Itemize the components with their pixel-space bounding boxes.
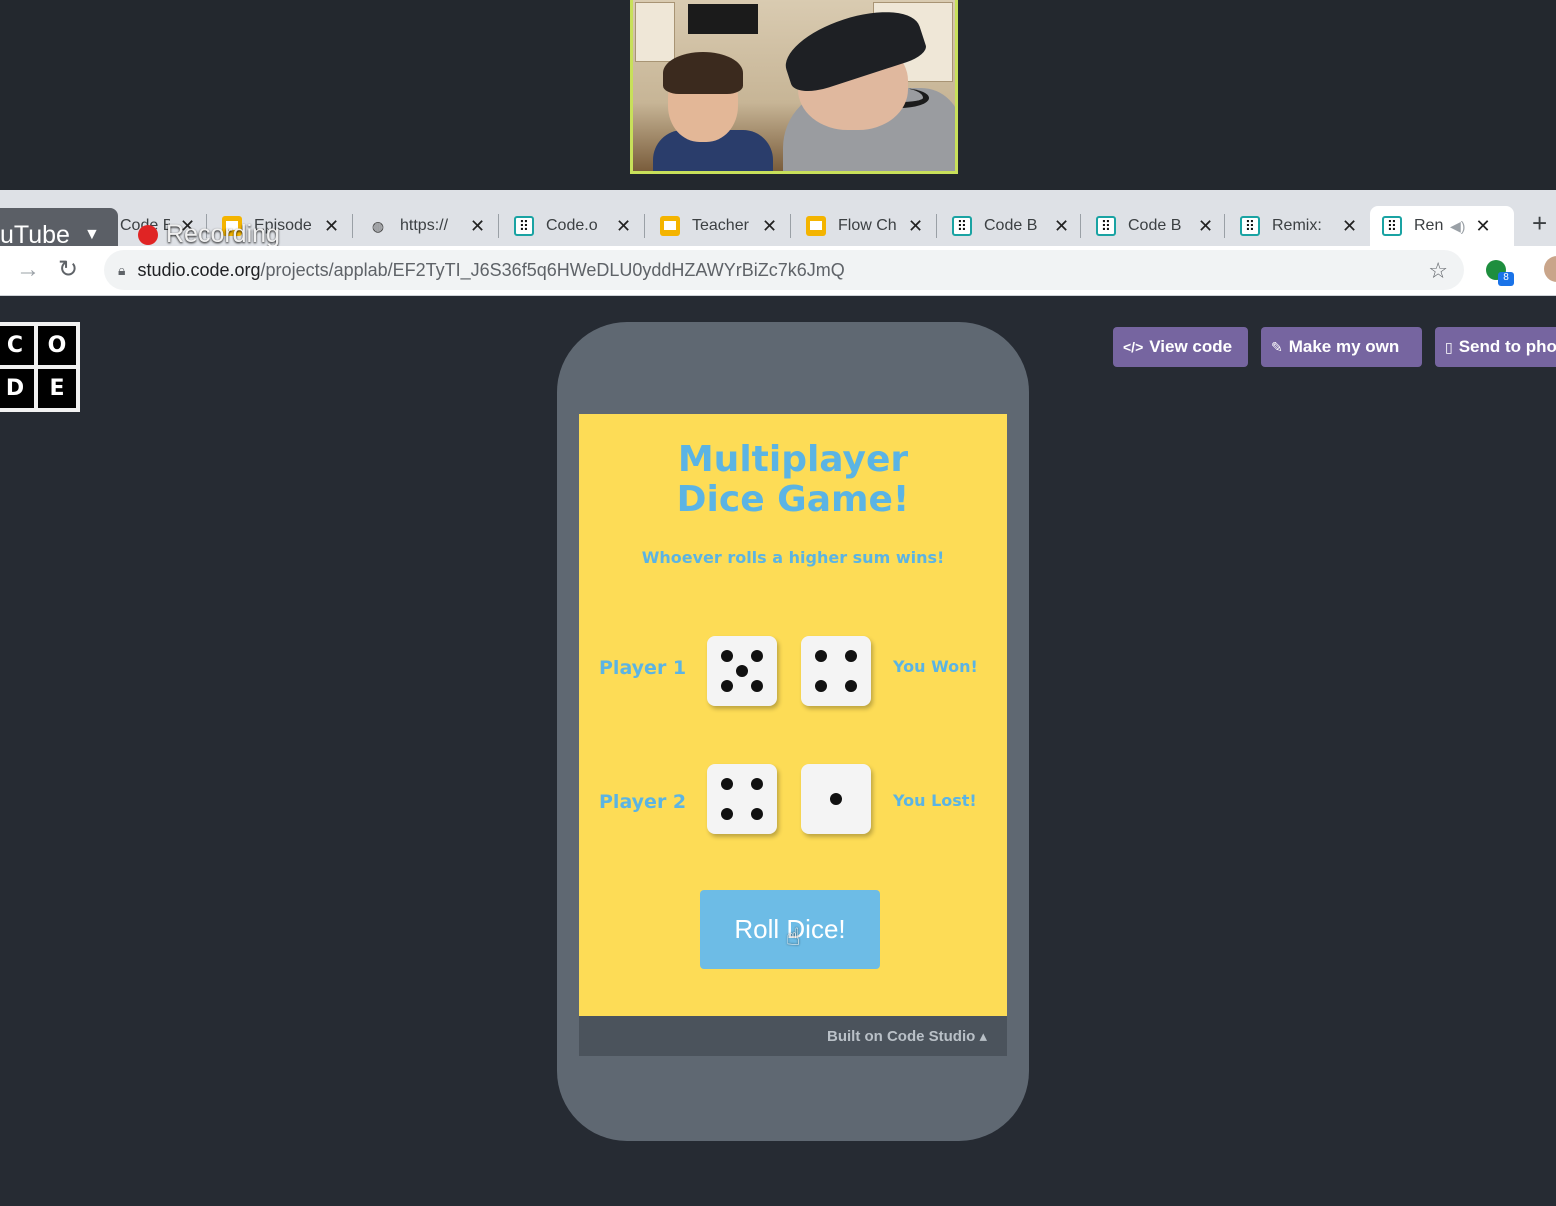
close-icon[interactable]: ✕ bbox=[908, 216, 923, 237]
die-pip bbox=[720, 808, 733, 821]
url-host: studio.code.org bbox=[137, 259, 261, 280]
player-1-die-1 bbox=[707, 636, 777, 706]
webcam-video bbox=[630, 0, 958, 174]
die-pip bbox=[720, 777, 733, 790]
die-pip bbox=[736, 665, 748, 677]
forward-icon[interactable]: → bbox=[16, 256, 40, 284]
code-studio-icon bbox=[1240, 216, 1260, 236]
die-pip bbox=[814, 680, 827, 693]
record-icon bbox=[138, 224, 158, 245]
close-icon[interactable]: ✕ bbox=[762, 216, 777, 237]
address-bar[interactable]: 🔒︎ studio.code.org/projects/applab/EF2Ty… bbox=[104, 250, 1464, 290]
close-icon[interactable]: ✕ bbox=[1342, 216, 1357, 237]
tab-9[interactable]: Remix: ✕ bbox=[1228, 206, 1357, 246]
app-screen: Multiplayer Dice Game! Whoever rolls a h… bbox=[579, 414, 1007, 1016]
code-logo[interactable]: C O D E bbox=[0, 322, 80, 412]
die-pip bbox=[830, 793, 842, 805]
hand-cursor-icon: ☝ bbox=[786, 924, 801, 951]
player-1-label: Player 1 bbox=[599, 657, 687, 679]
code-studio-icon bbox=[1096, 216, 1116, 236]
player-2-result: You Lost! bbox=[893, 791, 977, 810]
close-icon[interactable]: ✕ bbox=[470, 216, 485, 237]
close-icon[interactable]: ✕ bbox=[616, 216, 631, 237]
globe-icon: ◍ bbox=[371, 217, 385, 234]
make-my-own-button[interactable]: ✎ Make my own bbox=[1261, 327, 1422, 367]
phone-frame: Multiplayer Dice Game! Whoever rolls a h… bbox=[557, 322, 1029, 1141]
game-subtitle: Whoever rolls a higher sum wins! bbox=[641, 548, 945, 567]
die-pip bbox=[845, 649, 858, 662]
video-area bbox=[0, 0, 1556, 190]
die-pip bbox=[845, 680, 858, 693]
tab-4[interactable]: Code.o ✕ bbox=[502, 206, 631, 246]
tab-6[interactable]: Flow Ch ✕ bbox=[794, 206, 923, 246]
die-pip bbox=[751, 808, 764, 821]
tab-7[interactable]: Code B ✕ bbox=[940, 206, 1069, 246]
close-icon[interactable]: ✕ bbox=[1198, 216, 1213, 237]
browser-chrome: ✦ Code B ✕ Episode ✕ ◍ https:// ✕ Code.o… bbox=[0, 190, 1556, 296]
star-icon[interactable]: ☆ bbox=[1428, 258, 1448, 284]
slides-icon bbox=[806, 216, 826, 236]
die-pip bbox=[751, 649, 764, 662]
close-icon[interactable]: ✕ bbox=[324, 216, 339, 237]
close-icon[interactable]: ✕ bbox=[1054, 216, 1069, 237]
built-on-footer[interactable]: Built on Code Studio ▴ bbox=[579, 1016, 1007, 1056]
code-studio-icon bbox=[514, 216, 534, 236]
recording-indicator: Recording bbox=[138, 220, 280, 249]
chevron-down-icon: ▼ bbox=[83, 226, 100, 243]
tab-3[interactable]: ◍ https:// ✕ bbox=[356, 206, 485, 246]
code-icon: </> bbox=[1123, 339, 1144, 355]
player-1-result: You Won! bbox=[893, 657, 978, 676]
die-pip bbox=[751, 777, 764, 790]
tab-5[interactable]: Teacher ✕ bbox=[648, 206, 777, 246]
new-tab-button[interactable]: + bbox=[1532, 208, 1547, 239]
player-1-die-2 bbox=[801, 636, 871, 706]
code-studio-icon bbox=[952, 216, 972, 236]
tab-active[interactable]: Ren ◀) ✕ bbox=[1370, 206, 1514, 246]
game-title: Multiplayer Dice Game! bbox=[676, 439, 910, 520]
die-pip bbox=[720, 680, 733, 693]
edit-icon: ✎ bbox=[1271, 338, 1283, 355]
extension-badge: 8 bbox=[1498, 272, 1514, 286]
die-pip bbox=[814, 649, 827, 662]
phone-icon: ▯ bbox=[1445, 338, 1453, 355]
avatar[interactable] bbox=[1544, 256, 1556, 282]
speaker-icon[interactable]: ◀) bbox=[1450, 218, 1465, 235]
reload-icon[interactable]: ↻ bbox=[58, 255, 78, 284]
die-pip bbox=[751, 680, 764, 693]
page-content: C O D E </> View code ✎ Make my own ▯ Se… bbox=[0, 296, 1556, 1206]
view-code-button[interactable]: </> View code bbox=[1113, 327, 1248, 367]
player-2-label: Player 2 bbox=[599, 791, 687, 813]
slides-icon bbox=[660, 216, 680, 236]
browser-toolbar: → ↻ 🔒︎ studio.code.org/projects/applab/E… bbox=[0, 246, 1556, 296]
player-2-die-2 bbox=[801, 764, 871, 834]
tab-8[interactable]: Code B ✕ bbox=[1084, 206, 1213, 246]
lock-icon: 🔒︎ bbox=[118, 261, 126, 278]
die-pip bbox=[720, 649, 733, 662]
tab-strip: ✦ Code B ✕ Episode ✕ ◍ https:// ✕ Code.o… bbox=[0, 190, 1556, 262]
close-icon[interactable]: ✕ bbox=[1475, 216, 1490, 237]
url-path: /projects/applab/EF2TyTI_J6S36f5q6HWeDLU… bbox=[260, 259, 845, 280]
send-to-phone-button[interactable]: ▯ Send to pho bbox=[1435, 327, 1556, 367]
player-2-die-1 bbox=[707, 764, 777, 834]
code-studio-icon bbox=[1382, 216, 1402, 236]
